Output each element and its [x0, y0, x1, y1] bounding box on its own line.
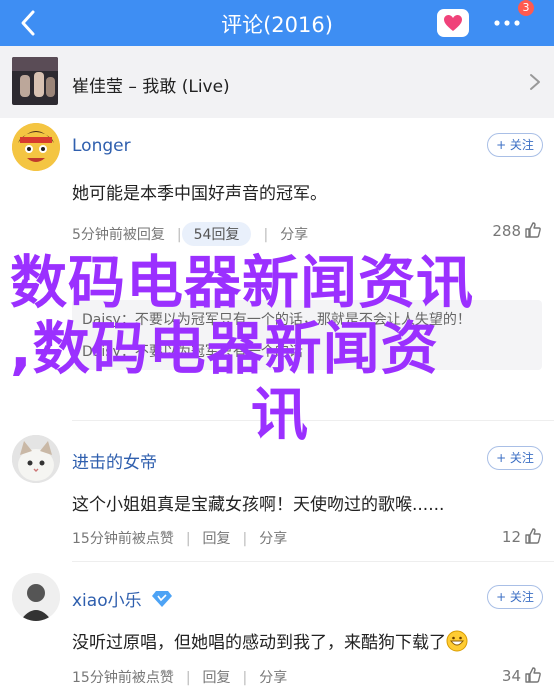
watermark-overlay: 数码电器新闻资讯 ,数码电器新闻资 讯 [10, 250, 550, 448]
follow-button[interactable]: + 关注 [487, 585, 543, 609]
comment-meta: 5分钟前被回复 [72, 227, 165, 243]
sketch-avatar-icon [12, 573, 60, 621]
comment-text: 她可能是本季中国好声音的冠军。 [72, 184, 327, 204]
username[interactable]: 进击的女帝 [72, 448, 157, 473]
thumbs-up-icon [525, 667, 541, 683]
follow-button[interactable]: + 关注 [487, 446, 543, 470]
comment-item: Longer + 关注 她可能是本季中国好声音的冠军。 5分钟前被回复 | 54回复… [0, 118, 554, 258]
user-avatar[interactable] [12, 573, 60, 621]
vip-diamond-icon [152, 591, 173, 607]
notification-badge: 3 [518, 0, 534, 16]
comment-text: 没听过原唱，但她唱的感动到我了，来酷狗下载了 [72, 628, 468, 653]
username[interactable]: Longer [72, 136, 131, 156]
divider [72, 561, 554, 562]
reply-button[interactable]: 54回复 [181, 222, 252, 246]
watermark-line: 数码电器新闻资讯 [10, 250, 474, 316]
watermark-line: 讯 [251, 382, 309, 448]
grin-emoji-icon [446, 630, 468, 652]
like-button[interactable]: 12 [502, 527, 542, 546]
like-count: 288 [492, 222, 521, 240]
share-button[interactable]: 分享 [280, 224, 308, 244]
share-button[interactable]: 分享 [259, 667, 287, 687]
comment-actions: 5分钟前被回复 | 54回复 | 分享 [72, 222, 308, 246]
user-avatar[interactable] [12, 123, 60, 171]
comment-meta: 15分钟前被点赞 [72, 670, 174, 686]
album-cover [12, 57, 58, 105]
share-button[interactable]: 分享 [259, 528, 287, 548]
thumbs-up-icon [525, 222, 541, 238]
comment-text-body: 没听过原唱，但她唱的感动到我了，来酷狗下载了 [72, 633, 446, 653]
comment-text: 这个小姐姐真是宝藏女孩啊！天使吻过的歌喉...... [72, 495, 445, 515]
comment-meta: 15分钟前被点赞 [72, 531, 174, 547]
like-button[interactable]: 34 [502, 666, 542, 685]
song-row[interactable]: 崔佳莹 – 我敢 (Live) [0, 46, 554, 118]
comment-actions: 15分钟前被点赞 | 回复 | 分享 [72, 667, 287, 687]
reply-button[interactable]: 回复 [203, 667, 231, 687]
username-text: xiao小乐 [72, 591, 142, 611]
top-bar: 评论(2016) 3 [0, 0, 554, 46]
like-button[interactable]: 288 [492, 221, 542, 240]
comment-item: xiao小乐 + 关注 没听过原唱，但她唱的感动到我了，来酷狗下载了 15分钟前… [0, 569, 554, 699]
more-dots-icon [494, 20, 520, 26]
username[interactable]: xiao小乐 [72, 586, 173, 611]
cartoon-avatar-icon [12, 123, 60, 171]
chevron-right-icon [530, 74, 540, 90]
song-title: 崔佳莹 – 我敢 (Live) [72, 77, 230, 97]
page-title: 评论(2016) [221, 13, 333, 37]
favorite-button[interactable] [437, 9, 469, 37]
watermark-line: ,数码电器新闻资 [10, 316, 439, 382]
follow-button[interactable]: + 关注 [487, 133, 543, 157]
comment-item: 进击的女帝 + 关注 这个小姐姐真是宝藏女孩啊！天使吻过的歌喉...... 15… [0, 430, 554, 560]
reply-button[interactable]: 回复 [203, 528, 231, 548]
heart-icon [444, 15, 462, 31]
thumbs-up-icon [525, 528, 541, 544]
like-count: 12 [501, 528, 521, 546]
more-button[interactable] [493, 12, 521, 34]
comment-actions: 15分钟前被点赞 | 回复 | 分享 [72, 528, 287, 548]
like-count: 34 [501, 667, 521, 685]
